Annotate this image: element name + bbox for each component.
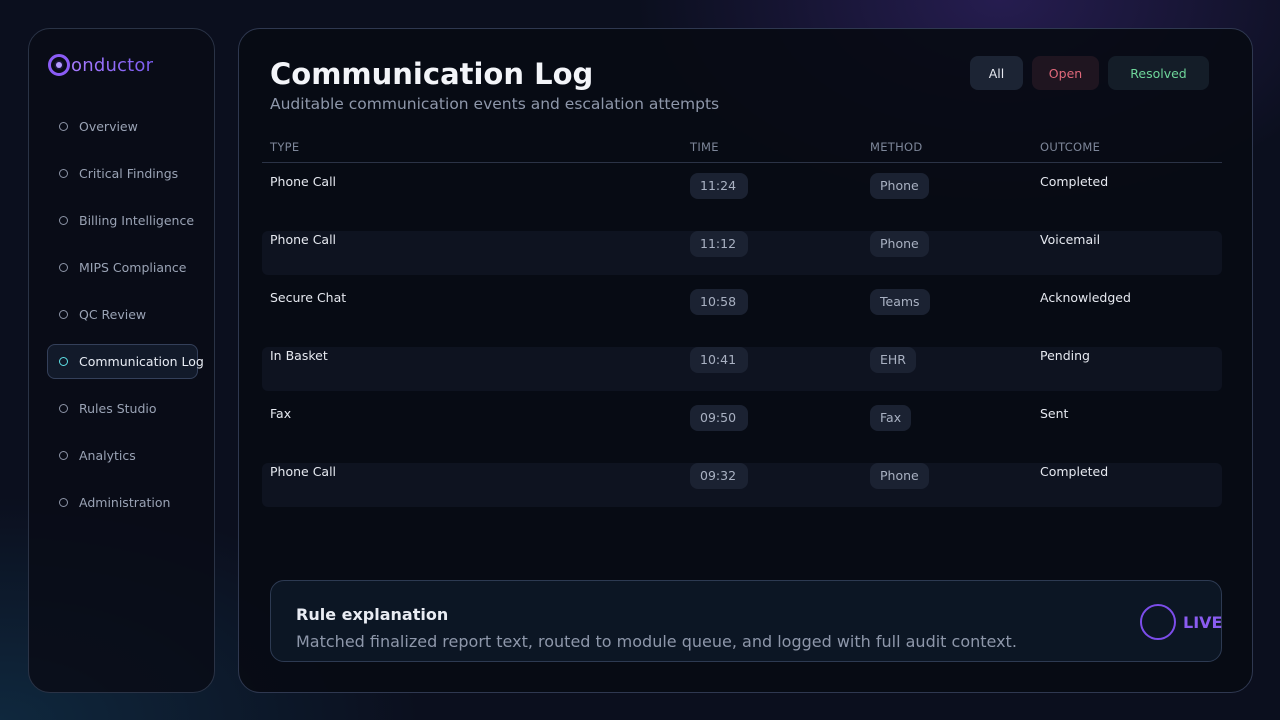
main-panel: Communication Log Auditable communicatio… (238, 28, 1253, 693)
sidebar-item-label: MIPS Compliance (79, 260, 187, 275)
outcome-cell: Pending (1040, 348, 1090, 363)
sidebar-item-label: Rules Studio (79, 401, 157, 416)
sidebar-item-label: Critical Findings (79, 166, 179, 181)
sidebar-item-label: Administration (79, 495, 171, 510)
column-header-time[interactable]: TIME (690, 140, 870, 154)
table-header: TYPE TIME METHOD OUTCOME (262, 131, 1222, 163)
method-badge: EHR (870, 347, 916, 373)
sidebar-item-administration[interactable]: Administration (47, 485, 198, 520)
circle-icon (59, 263, 68, 272)
time-badge: 09:50 (690, 405, 748, 431)
time-badge: 11:24 (690, 173, 748, 199)
page-subtitle: Auditable communication events and escal… (270, 95, 720, 113)
circle-icon (59, 498, 68, 507)
live-label: LIVE (1183, 612, 1223, 632)
rule-explanation-text: Matched finalized report text, routed to… (296, 632, 1017, 651)
type-cell: Phone Call (270, 232, 337, 247)
logo[interactable]: onductor (48, 51, 153, 79)
circle-icon (59, 310, 68, 319)
live-ring-icon (1140, 604, 1176, 640)
column-header-type[interactable]: TYPE (270, 140, 690, 154)
sidebar-item-label: Overview (79, 119, 138, 134)
rule-explanation-card: Rule explanation Matched finalized repor… (270, 580, 1222, 662)
circle-icon (59, 216, 68, 225)
page-title: Communication Log (270, 57, 594, 91)
live-indicator: LIVE (1140, 604, 1222, 640)
table-row[interactable]: Phone Call 11:12 Phone Voicemail (262, 231, 1222, 275)
method-badge: Phone (870, 463, 929, 489)
outcome-cell: Completed (1040, 174, 1109, 189)
table-row[interactable]: Fax 09:50 Fax Sent (262, 405, 1222, 449)
logo-icon (48, 54, 70, 76)
outcome-cell: Voicemail (1040, 232, 1101, 247)
logo-text: onductor (71, 54, 154, 76)
sidebar-item-label: QC Review (79, 307, 147, 322)
sidebar-item-label: Communication Log (79, 354, 204, 369)
sidebar-item-label: Analytics (79, 448, 136, 463)
time-badge: 10:41 (690, 347, 748, 373)
filter-resolved-button[interactable]: Resolved (1108, 56, 1209, 90)
method-badge: Phone (870, 231, 929, 257)
outcome-cell: Completed (1040, 464, 1109, 479)
table-row[interactable]: In Basket 10:41 EHR Pending (262, 347, 1222, 391)
type-cell: In Basket (270, 348, 328, 363)
circle-icon (59, 122, 68, 131)
filter-open-button[interactable]: Open (1032, 56, 1099, 90)
table-row[interactable]: Secure Chat 10:58 Teams Acknowledged (262, 289, 1222, 333)
time-badge: 09:32 (690, 463, 748, 489)
sidebar-item-qc-review[interactable]: QC Review (47, 297, 198, 332)
circle-icon (59, 357, 68, 366)
sidebar-item-billing-intelligence[interactable]: Billing Intelligence (47, 203, 198, 238)
column-header-outcome[interactable]: OUTCOME (1040, 140, 1220, 154)
circle-icon (59, 404, 68, 413)
sidebar: onductor Overview Critical Findings Bill… (28, 28, 215, 693)
sidebar-nav: Overview Critical Findings Billing Intel… (47, 109, 204, 532)
method-badge: Teams (870, 289, 930, 315)
sidebar-item-mips-compliance[interactable]: MIPS Compliance (47, 250, 198, 285)
sidebar-item-overview[interactable]: Overview (47, 109, 198, 144)
type-cell: Secure Chat (270, 290, 347, 305)
outcome-cell: Sent (1040, 406, 1069, 421)
time-badge: 11:12 (690, 231, 748, 257)
sidebar-item-label: Billing Intelligence (79, 213, 195, 228)
column-header-method[interactable]: METHOD (870, 140, 1040, 154)
sidebar-item-analytics[interactable]: Analytics (47, 438, 198, 473)
sidebar-item-rules-studio[interactable]: Rules Studio (47, 391, 198, 426)
table-row[interactable]: Phone Call 11:24 Phone Completed (262, 173, 1222, 217)
circle-icon (59, 451, 68, 460)
method-badge: Fax (870, 405, 912, 431)
sidebar-item-critical-findings[interactable]: Critical Findings (47, 156, 198, 191)
filter-group: All Open Resolved (970, 56, 1209, 90)
sidebar-item-communication-log[interactable]: Communication Log (47, 344, 204, 379)
time-badge: 10:58 (690, 289, 748, 315)
communication-table: TYPE TIME METHOD OUTCOME Phone Call 11:2… (262, 131, 1222, 507)
filter-all-button[interactable]: All (970, 56, 1023, 90)
rule-explanation-title: Rule explanation (296, 605, 449, 624)
type-cell: Phone Call (270, 174, 337, 189)
type-cell: Phone Call (270, 464, 337, 479)
circle-icon (59, 169, 68, 178)
table-row[interactable]: Phone Call 09:32 Phone Completed (262, 463, 1222, 507)
type-cell: Fax (270, 406, 292, 421)
method-badge: Phone (870, 173, 929, 199)
outcome-cell: Acknowledged (1040, 290, 1131, 305)
